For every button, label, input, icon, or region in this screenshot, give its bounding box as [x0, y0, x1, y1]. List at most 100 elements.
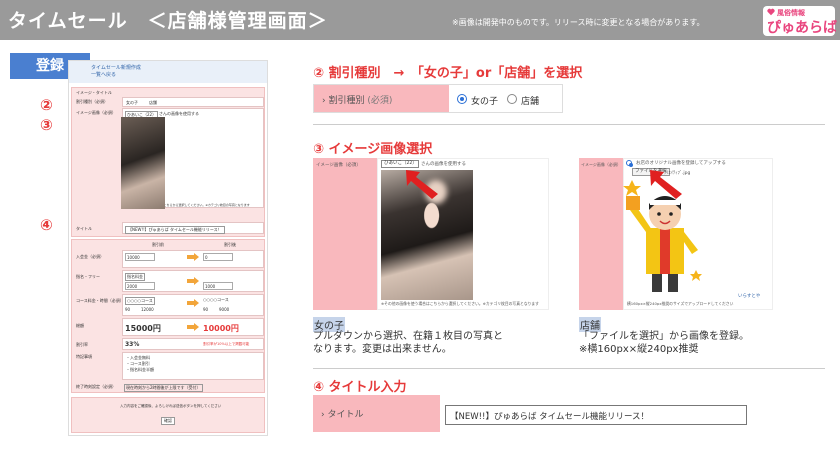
mini-girl-photo — [121, 117, 165, 209]
divider-2 — [313, 368, 825, 369]
girl-use-image-text: さんの画像を使用する — [421, 162, 466, 167]
shop-upload-radio[interactable] — [626, 160, 633, 167]
mini-breadcrumb: タイムセール新規作成 一覧へ戻る — [91, 65, 141, 79]
mini-course-after-label: ○○○○コース — [203, 297, 229, 302]
title-input[interactable]: 【NEW!!】ぴゅあらば タイムセール機能リリース！ — [445, 405, 747, 425]
mini-end-select[interactable]: 現在時刻から2時間後が上限です（受付） — [124, 384, 203, 392]
mini-arrow-4 — [187, 323, 199, 331]
mini-section-title: イメージ・タイトル — [76, 90, 112, 95]
mini-entry-before-value: 10000 — [127, 255, 140, 260]
mini-confirm-button[interactable]: 確認 — [161, 417, 175, 425]
shop-caption-2: ※横160px×縦240px推奨 — [579, 344, 699, 355]
pointer-arrow-icon — [650, 170, 682, 199]
header-bar: タイムセール ＜店舗様管理画面＞ ※画像は開発中のものです。リリース時に変更とな… — [0, 0, 840, 40]
mini-label-course: コース料金・時間（必須） — [76, 298, 124, 303]
mini-nomination-before-value: 2000 — [127, 284, 138, 289]
header-note: ※画像は開発中のものです。リリース時に変更となる場合があります。 — [452, 18, 705, 27]
shop-image-label-cell: イメージ画像（必須） — [579, 158, 623, 310]
mini-breadcrumb-2[interactable]: 一覧へ戻る — [91, 72, 141, 79]
girl-image-note: ※その他の画像を使う場合はこちらから選択してください。※カテゴリ枚目の写真となり… — [381, 301, 539, 306]
mini-label-discount: 割引種別（必須） — [76, 99, 108, 104]
mini-radio-row: 女の子 店舗 — [122, 97, 264, 107]
mini-nomination-before[interactable]: 2000 — [125, 282, 155, 290]
mini-label-end: 終了時刻設定（必須） — [76, 384, 116, 389]
radio-girl[interactable] — [457, 94, 467, 104]
divider-1 — [313, 124, 825, 125]
mini-title-row: 【NEW!!】ぴゅあらば タイムセール機能リリース！ — [122, 222, 264, 234]
mini-col-before: 割引前 — [152, 242, 164, 247]
admin-screenshot: タイムセール新規作成 一覧へ戻る イメージ・タイトル 女の子 店舗 割引種別（必… — [68, 60, 268, 436]
mini-course-select[interactable]: ○○○○コース — [125, 297, 155, 305]
page-title: タイムセール ＜店舗様管理画面＞ — [8, 10, 328, 32]
title-label: › タイトル — [321, 410, 364, 420]
mini-course-min[interactable]: 90 — [125, 307, 130, 312]
mini-breadcrumb-1: タイムセール新規作成 — [91, 65, 141, 71]
mini-label-nomination: 指名・フリー — [76, 274, 100, 279]
discount-type-row: › 割引種別 (必須) 女の子 店舗 — [313, 84, 563, 113]
mini-total-after: 10000円 — [203, 324, 239, 333]
mini-entry-after[interactable]: 0 — [203, 253, 233, 261]
discount-type-label-text: 割引種別 — [328, 96, 365, 106]
section4-heading: ④ タイトル入力 — [313, 380, 407, 395]
mini-special-row: ・入会金無料 ・コース割引 ・指名料金半額 — [122, 352, 264, 380]
logo: 風俗情報 ぴゅあらば — [763, 6, 837, 36]
marker-3: ③ — [40, 116, 53, 134]
mini-course-after-min[interactable]: 90 — [203, 307, 208, 312]
mini-breadcrumb-bar: タイムセール新規作成 一覧へ戻る — [69, 61, 267, 83]
mini-label-entry: 入会金（必須） — [76, 254, 104, 259]
title-label-text: タイトル — [327, 410, 364, 420]
discount-type-required: (必須) — [367, 96, 393, 106]
title-label-cell: › タイトル — [313, 395, 440, 432]
mini-col-after: 割引後 — [224, 242, 236, 247]
mini-nomination-after[interactable]: 1000 — [203, 282, 233, 290]
mini-confirm-section: 入力内容をご確認後、よろしければ送信ボタンを押してください — [71, 397, 265, 433]
radio-shop[interactable] — [507, 94, 517, 104]
mini-arrow-2 — [187, 277, 199, 285]
shop-image-note: 横160px×縦240px推奨のサイズでアップロードしてください — [627, 301, 734, 306]
girl-image-label: イメージ画像（必須） — [316, 163, 361, 168]
section3-heading: ③ イメージ画像選択 — [313, 142, 433, 157]
radio-girl-label[interactable]: 女の子 — [471, 94, 498, 107]
girl-caption-1: プルダウンから選択、在籍１枚目の写真と — [313, 331, 503, 342]
mini-rate-note: 割引率が10%以上で掲載可能 — [203, 342, 250, 346]
mini-total-before: 15000円 — [125, 324, 161, 333]
mini-nomination-after-value: 1000 — [205, 284, 216, 289]
mini-rate-row: 33% 割引率が10%以上で掲載可能 — [122, 338, 264, 350]
section2-heading: ② 割引種別 → 「女の子」or「店舗」を選択 — [313, 66, 583, 81]
mini-image-section: イメージ・タイトル 女の子 店舗 割引種別（必須） イメージ画像（必須） ひあい… — [71, 87, 265, 237]
marker-4: ④ — [40, 216, 53, 234]
mini-nomination-select[interactable]: 指名料金 — [125, 273, 145, 281]
mini-course-price[interactable]: 12000 — [141, 307, 154, 312]
mini-radio-shop[interactable]: 店舗 — [149, 100, 157, 106]
mini-radio-girl[interactable]: 女の子 — [126, 100, 138, 106]
title-input-value: 【NEW!!】ぴゅあらば タイムセール機能リリース！ — [450, 412, 650, 422]
mini-arrow-1 — [187, 253, 199, 261]
mini-label-title: タイトル — [76, 226, 92, 231]
discount-type-label: › 割引種別 (必須) — [322, 96, 393, 106]
girl-caption-2: なります。変更は出来ません。 — [313, 344, 452, 355]
shop-caption-1: 「ファイルを選択」から画像を登録。 — [579, 331, 749, 342]
mini-course-after-price[interactable]: 9000 — [219, 307, 229, 312]
mini-bottom-note: 入力内容をご確認後、よろしければ送信ボタンを押してください — [120, 404, 222, 408]
girl-image-label-cell: イメージ画像（必須） — [313, 158, 377, 310]
mini-title-input[interactable]: 【NEW!!】ぴゅあらば タイムセール機能リリース！ — [125, 226, 225, 234]
mini-entry-after-value: 0 — [205, 255, 208, 260]
shop-upload-text: お店のオリジナル画像を登録してアップする — [636, 161, 726, 166]
mini-price-section: 割引前 割引後 入会金（必須） 10000 0 指名・フリー 指名料金 2000… — [71, 239, 265, 393]
pointer-arrow-icon — [406, 170, 438, 199]
marker-2: ② — [40, 96, 53, 114]
mini-label-total: 総額 — [76, 323, 84, 328]
illustration-credit[interactable]: いらすとや — [738, 293, 760, 299]
mini-arrow-3 — [187, 299, 199, 307]
mini-special-3: ・指名料金半額 — [126, 367, 154, 372]
heart-icon — [767, 8, 775, 16]
discount-type-label-cell: › 割引種別 (必須) — [314, 85, 449, 112]
radio-shop-label[interactable]: 店舗 — [521, 94, 539, 107]
girl-select[interactable]: ひあいこ（22） — [381, 160, 419, 168]
shop-image-label: イメージ画像（必須） — [581, 162, 621, 167]
mini-label-special: 特記事項 — [76, 354, 92, 359]
mini-entry-before[interactable]: 10000 — [125, 253, 155, 261]
mini-label-rate: 割引率 — [76, 342, 88, 347]
mini-rate-value: 33% — [125, 341, 140, 348]
mini-label-image: イメージ画像（必須） — [76, 110, 116, 115]
